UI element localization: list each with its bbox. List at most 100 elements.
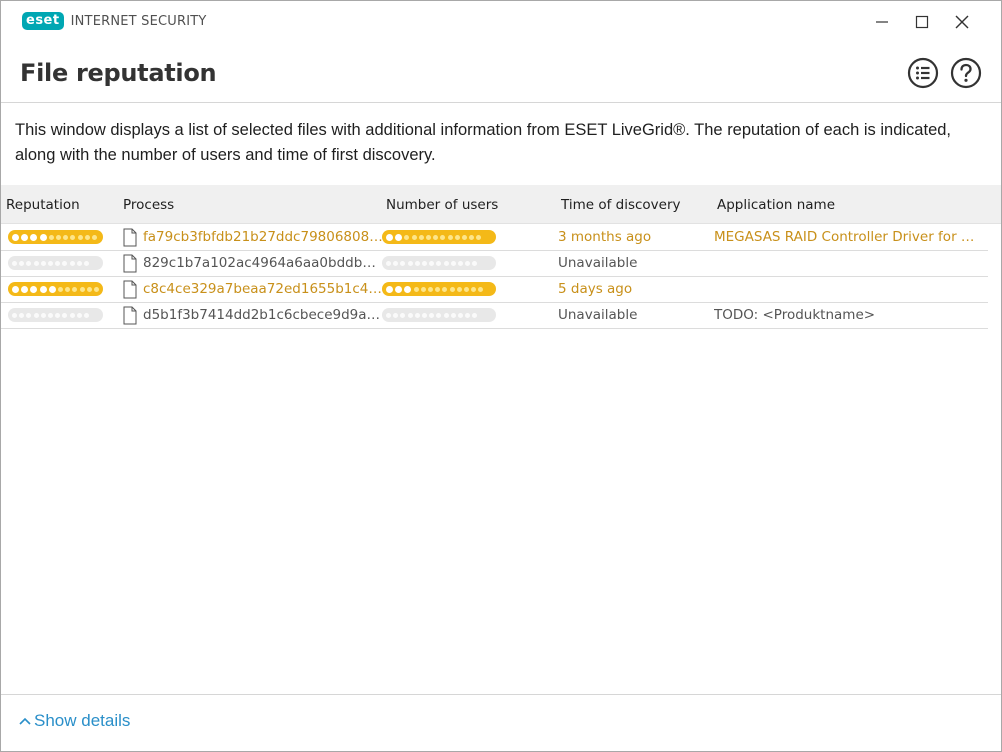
- meter-dot: [404, 285, 412, 293]
- table-header: Reputation Process Number of users Time …: [1, 185, 1001, 224]
- column-header-process[interactable]: Process: [123, 197, 174, 213]
- meter-dot: [12, 285, 19, 293]
- meter-dot: [433, 234, 439, 240]
- minimize-button[interactable]: [867, 9, 897, 35]
- process-hash: d5b1f3b7414dd2b1c6cbece9d9a1b7...: [143, 307, 383, 323]
- meter-dot: [427, 286, 433, 292]
- close-icon: [955, 15, 969, 29]
- column-header-reputation[interactable]: Reputation: [6, 197, 80, 213]
- application-name: MEGASAS RAID Controller Driver for Wind.…: [714, 229, 986, 245]
- meter-dot: [395, 233, 403, 241]
- column-header-application-name[interactable]: Application name: [717, 197, 835, 213]
- meter-dot: [47, 260, 53, 266]
- meter-dot: [21, 233, 29, 241]
- meter-dot: [91, 234, 97, 240]
- column-header-time-of-discovery[interactable]: Time of discovery: [561, 197, 681, 213]
- reputation-meter: [8, 282, 103, 296]
- meter-dot: [456, 286, 462, 292]
- minimize-icon: [876, 21, 888, 23]
- meter-dot: [57, 286, 63, 292]
- process-hash: fa79cb3fbfdb21b27ddc798068081ce...: [143, 229, 383, 245]
- table-row[interactable]: 829c1b7a102ac4964a6aa0bddbde8... Unavail…: [1, 251, 988, 277]
- meter-dot: [55, 312, 61, 318]
- application-name: TODO: <Produktname>: [714, 307, 876, 323]
- meter-dot: [469, 234, 475, 240]
- file-icon: [123, 254, 137, 273]
- meter-dot: [77, 234, 83, 240]
- meter-dot: [400, 312, 406, 318]
- meter-dot: [30, 285, 38, 293]
- users-meter: [382, 308, 496, 322]
- eset-logo: eset: [22, 12, 64, 30]
- reputation-meter: [8, 230, 103, 244]
- meter-dot: [420, 286, 426, 292]
- meter-dot: [393, 312, 399, 318]
- meter-dot: [447, 234, 453, 240]
- meter-dot: [93, 286, 99, 292]
- meter-dot: [457, 312, 463, 318]
- meter-dot: [472, 260, 478, 266]
- meter-dot: [436, 312, 442, 318]
- file-icon: [123, 280, 137, 299]
- meter-dot: [386, 260, 391, 266]
- time-of-discovery: 5 days ago: [558, 281, 633, 297]
- meter-dot: [471, 286, 477, 292]
- column-header-number-of-users[interactable]: Number of users: [386, 197, 498, 213]
- meter-dot: [12, 233, 19, 241]
- users-meter: [382, 256, 496, 270]
- meter-dot: [429, 260, 435, 266]
- time-of-discovery: Unavailable: [558, 307, 638, 323]
- close-button[interactable]: [947, 9, 977, 35]
- maximize-button[interactable]: [907, 9, 937, 35]
- meter-dot: [84, 234, 90, 240]
- meter-dot: [47, 312, 53, 318]
- meter-dot: [62, 312, 68, 318]
- header-divider: [1, 102, 1001, 103]
- meter-dot: [386, 312, 391, 318]
- table-row[interactable]: fa79cb3fbfdb21b27ddc798068081ce... 3 mon…: [1, 225, 988, 251]
- meter-dot: [411, 234, 417, 240]
- meter-dot: [393, 260, 399, 266]
- footer-divider: [1, 694, 1001, 695]
- meter-dot: [418, 234, 424, 240]
- meter-dot: [386, 233, 393, 241]
- users-meter: [382, 230, 496, 244]
- meter-dot: [436, 260, 442, 266]
- meter-dot: [463, 286, 469, 292]
- meter-dot: [440, 234, 446, 240]
- description-text: This window displays a list of selected …: [15, 121, 952, 164]
- table-row[interactable]: c8c4ce329a7beaa72ed1655b1c4ab6... 5 days…: [1, 277, 988, 303]
- meter-dot: [435, 286, 441, 292]
- list-icon: [907, 57, 939, 89]
- meter-dot: [413, 286, 419, 292]
- file-reputation-window: eset INTERNET SECURITY File reputation T…: [0, 0, 1002, 752]
- meter-dot: [48, 285, 56, 293]
- meter-dot: [55, 234, 61, 240]
- show-details-link[interactable]: Show details: [19, 711, 130, 731]
- meter-dot: [407, 260, 413, 266]
- meter-dot: [465, 312, 471, 318]
- process-hash: c8c4ce329a7beaa72ed1655b1c4ab6...: [143, 281, 383, 297]
- meter-dot: [72, 286, 78, 292]
- list-view-button[interactable]: [907, 57, 939, 89]
- meter-dot: [86, 286, 92, 292]
- meter-dot: [414, 312, 420, 318]
- reputation-meter: [8, 256, 103, 270]
- meter-dot: [461, 234, 467, 240]
- meter-dot: [79, 286, 85, 292]
- help-button[interactable]: [950, 57, 982, 89]
- title-bar: eset INTERNET SECURITY: [1, 1, 1001, 43]
- meter-dot: [69, 312, 75, 318]
- meter-dot: [421, 260, 427, 266]
- process-hash: 829c1b7a102ac4964a6aa0bddbde8...: [143, 255, 383, 271]
- meter-dot: [476, 234, 482, 240]
- meter-dot: [76, 312, 82, 318]
- meter-dot: [55, 260, 61, 266]
- help-icon: [950, 57, 982, 89]
- file-icon: [123, 306, 137, 325]
- show-details-label: Show details: [34, 711, 131, 730]
- meter-dot: [83, 260, 89, 266]
- table-row[interactable]: d5b1f3b7414dd2b1c6cbece9d9a1b7... Unavai…: [1, 303, 988, 329]
- meter-dot: [19, 312, 25, 318]
- meter-dot: [400, 260, 406, 266]
